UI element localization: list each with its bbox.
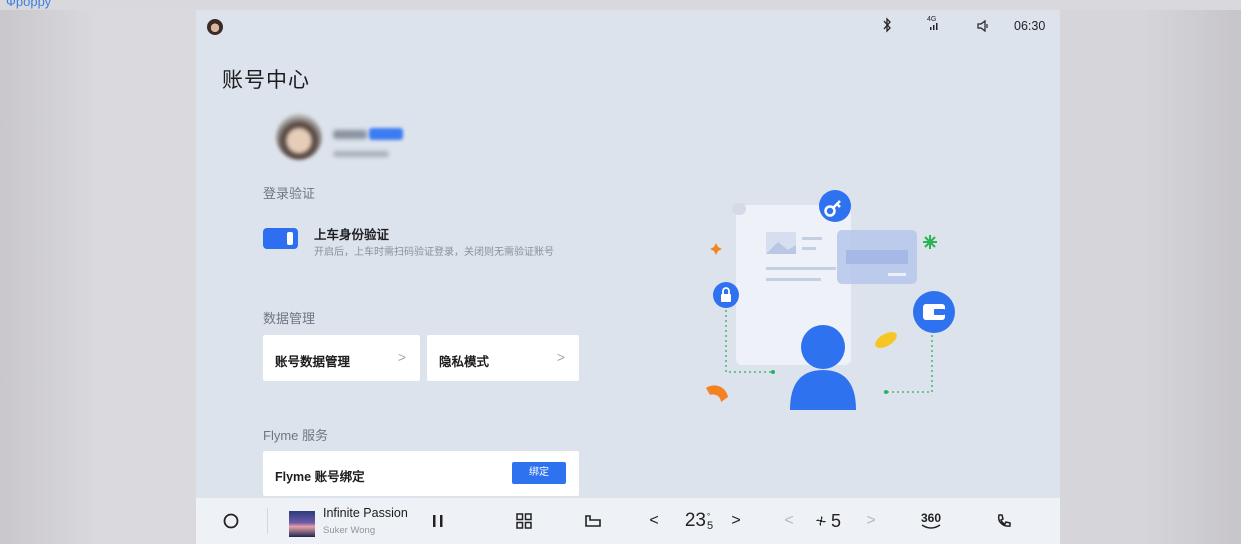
profile-name-blurred: [333, 130, 367, 139]
temp-increase-button[interactable]: >: [726, 498, 746, 544]
apps-grid-icon[interactable]: [511, 498, 537, 544]
profile-subtitle-blurred: [333, 151, 389, 157]
bottom-dock: Infinite Passion Suker Wong < 23 ° 5 > <…: [196, 498, 1060, 544]
login-section-label: 登录验证: [263, 186, 316, 201]
bind-button[interactable]: 绑定: [512, 462, 566, 484]
car-screen: 4G 06:30 账号中心 登录验证 上车身份验证 开启后，上车时需扫码验证登录…: [196, 10, 1060, 544]
bluetooth-icon: [882, 17, 892, 36]
fan-increase-button[interactable]: >: [861, 498, 881, 544]
temp-decimal: 5: [707, 519, 714, 532]
artist-name: Suker Wong: [323, 525, 376, 536]
privacy-mode-label: 隐私模式: [439, 355, 490, 369]
pause-icon[interactable]: [426, 498, 450, 544]
chevron-right-icon: >: [397, 349, 406, 365]
home-button[interactable]: [216, 498, 246, 544]
temp-main: 23: [684, 510, 706, 531]
boarding-verification-toggle[interactable]: [263, 228, 298, 249]
rotate-arc-icon: [921, 524, 941, 529]
surround-view-button[interactable]: 360: [914, 498, 948, 544]
profile-avatar[interactable]: [276, 114, 322, 160]
volume-icon[interactable]: [976, 19, 990, 36]
boarding-verification-title: 上车身份验证: [314, 228, 390, 242]
temp-decrease-button[interactable]: <: [644, 498, 664, 544]
temp-degree: °: [707, 511, 711, 521]
data-section-label: 数据管理: [263, 311, 316, 326]
page-title: 账号中心: [222, 69, 310, 92]
fan-decrease-button[interactable]: <: [779, 498, 799, 544]
flyme-section-label: Flyme 服务: [263, 428, 329, 443]
fan-level: 5: [830, 510, 841, 531]
privacy-mode-card[interactable]: 隐私模式 >: [427, 335, 579, 381]
account-illustration: [706, 190, 955, 410]
temperature-display: 23 ° 5: [673, 498, 725, 544]
toggle-knob: [287, 232, 293, 245]
fan-level-display: 5: [808, 498, 848, 544]
view-360-label: 360: [920, 511, 942, 525]
phone-icon[interactable]: [992, 498, 1016, 544]
account-data-card[interactable]: 账号数据管理 >: [263, 335, 420, 381]
chevron-right-icon: >: [556, 349, 565, 365]
user-avatar-small[interactable]: [207, 19, 223, 35]
fan-icon: [815, 516, 826, 526]
song-title[interactable]: Infinite Passion: [323, 506, 408, 520]
account-data-label: 账号数据管理: [275, 355, 351, 369]
top-caption: Фрорру: [6, 0, 52, 9]
flyme-bind-label: Flyme 账号绑定: [275, 470, 365, 484]
album-cover[interactable]: [289, 511, 315, 537]
dock-divider: [267, 508, 268, 534]
car-seat-icon[interactable]: [580, 498, 606, 544]
flyme-bind-card: Flyme 账号绑定 绑定: [263, 451, 579, 496]
member-badge-blurred: [369, 128, 403, 140]
clock: 06:30: [1014, 19, 1046, 33]
boarding-verification-desc: 开启后，上车时需扫码验证登录，关闭则无需验证账号: [314, 247, 554, 258]
